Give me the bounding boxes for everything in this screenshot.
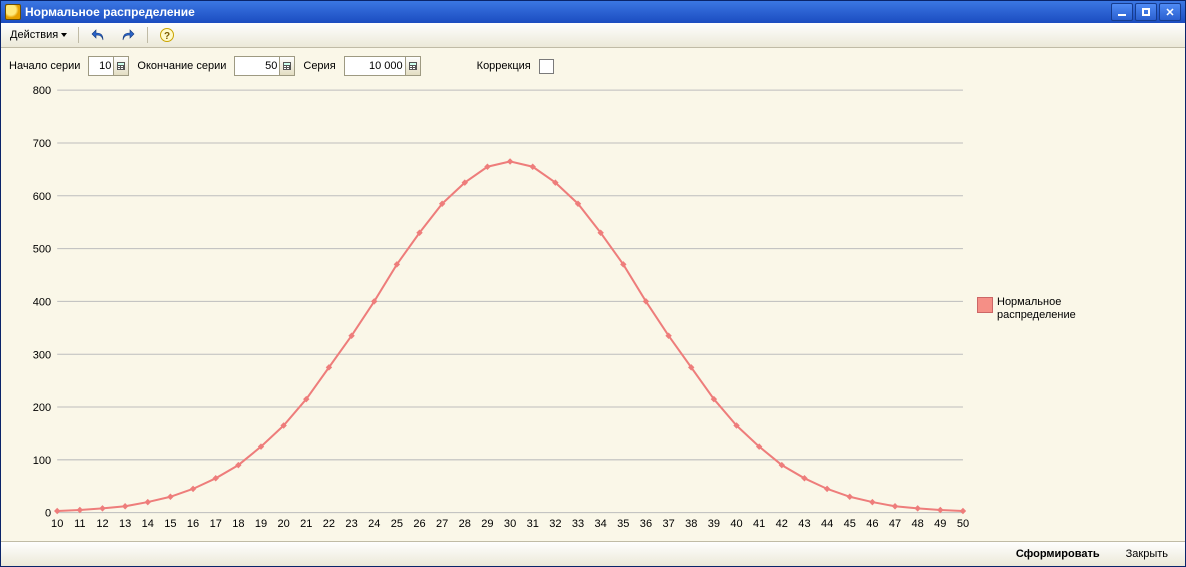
series-stepper[interactable] — [405, 57, 420, 75]
titlebar: Нормальное распределение ✕ — [1, 1, 1185, 23]
svg-text:39: 39 — [708, 518, 720, 530]
bottom-bar: Сформировать Закрыть — [1, 541, 1185, 566]
svg-text:42: 42 — [776, 518, 788, 530]
window-controls: ✕ — [1111, 3, 1181, 21]
series-label: Серия — [303, 60, 335, 72]
app-icon — [5, 4, 21, 20]
svg-text:11: 11 — [74, 518, 85, 530]
generate-button[interactable]: Сформировать — [1007, 545, 1109, 563]
legend-series-label: Нормальноераспределение — [997, 296, 1076, 322]
redo-icon — [120, 27, 136, 43]
toolbar-separator — [78, 27, 79, 43]
calculator-icon — [116, 61, 126, 71]
end-label: Окончание серии — [137, 60, 226, 72]
svg-text:28: 28 — [459, 518, 471, 530]
end-stepper[interactable] — [279, 57, 294, 75]
maximize-icon — [1142, 8, 1150, 16]
svg-text:41: 41 — [753, 518, 765, 530]
minimize-icon — [1118, 14, 1126, 16]
chart-area: 0100200300400500600700800101112131415161… — [1, 80, 1185, 541]
actions-menu-label: Действия — [10, 29, 58, 41]
svg-text:400: 400 — [33, 296, 51, 308]
svg-text:25: 25 — [391, 518, 403, 530]
end-input[interactable] — [235, 58, 279, 74]
svg-text:800: 800 — [33, 85, 51, 97]
svg-text:34: 34 — [595, 518, 607, 530]
svg-text:20: 20 — [278, 518, 290, 530]
calculator-icon — [408, 61, 418, 71]
svg-text:500: 500 — [33, 244, 51, 256]
series-field — [344, 56, 421, 76]
svg-text:44: 44 — [821, 518, 833, 530]
svg-text:30: 30 — [504, 518, 516, 530]
correction-checkbox[interactable] — [539, 59, 554, 74]
series-input[interactable] — [345, 58, 405, 74]
svg-text:700: 700 — [33, 138, 51, 150]
chart-svg: 0100200300400500600700800101112131415161… — [9, 80, 973, 537]
close-button[interactable]: ✕ — [1159, 3, 1181, 21]
svg-text:40: 40 — [730, 518, 742, 530]
undo-button[interactable] — [85, 25, 111, 45]
svg-text:18: 18 — [232, 518, 244, 530]
end-field — [234, 56, 295, 76]
start-stepper[interactable] — [113, 57, 128, 75]
svg-text:31: 31 — [527, 518, 539, 530]
svg-text:19: 19 — [255, 518, 267, 530]
svg-text:22: 22 — [323, 518, 335, 530]
help-button[interactable]: ? — [154, 25, 180, 45]
svg-text:300: 300 — [33, 349, 51, 361]
legend-swatch — [977, 297, 993, 313]
svg-text:600: 600 — [33, 191, 51, 203]
maximize-button[interactable] — [1135, 3, 1157, 21]
svg-text:43: 43 — [798, 518, 810, 530]
redo-button[interactable] — [115, 25, 141, 45]
svg-text:24: 24 — [368, 518, 380, 530]
start-input[interactable] — [89, 58, 113, 74]
svg-text:32: 32 — [549, 518, 561, 530]
svg-text:16: 16 — [187, 518, 199, 530]
correction-label: Коррекция — [477, 60, 531, 72]
svg-text:27: 27 — [436, 518, 448, 530]
svg-text:200: 200 — [33, 402, 51, 414]
close-window-button[interactable]: Закрыть — [1117, 545, 1177, 563]
actions-menu-button[interactable]: Действия — [5, 25, 72, 45]
svg-text:100: 100 — [33, 455, 51, 467]
svg-text:37: 37 — [662, 518, 674, 530]
svg-text:47: 47 — [889, 518, 901, 530]
svg-text:33: 33 — [572, 518, 584, 530]
svg-text:48: 48 — [912, 518, 924, 530]
chart-plot: 0100200300400500600700800101112131415161… — [9, 80, 973, 537]
svg-text:29: 29 — [481, 518, 493, 530]
svg-text:49: 49 — [934, 518, 946, 530]
svg-text:23: 23 — [345, 518, 357, 530]
svg-text:?: ? — [164, 31, 170, 42]
app-window: Нормальное распределение ✕ Действия ? На… — [0, 0, 1186, 567]
toolbar-separator — [147, 27, 148, 43]
window-title: Нормальное распределение — [25, 5, 1111, 19]
svg-text:50: 50 — [957, 518, 969, 530]
svg-text:35: 35 — [617, 518, 629, 530]
parameters-panel: Начало серии Окончание серии Серия Корре… — [1, 48, 1185, 80]
legend: Нормальноераспределение — [973, 80, 1177, 537]
close-icon: ✕ — [1165, 6, 1174, 19]
minimize-button[interactable] — [1111, 3, 1133, 21]
svg-text:36: 36 — [640, 518, 652, 530]
calculator-icon — [282, 61, 292, 71]
svg-text:12: 12 — [96, 518, 108, 530]
svg-text:17: 17 — [210, 518, 222, 530]
svg-text:21: 21 — [300, 518, 312, 530]
svg-text:26: 26 — [413, 518, 425, 530]
svg-text:15: 15 — [164, 518, 176, 530]
svg-text:10: 10 — [51, 518, 63, 530]
svg-text:14: 14 — [142, 518, 154, 530]
help-icon: ? — [159, 27, 175, 43]
start-field — [88, 56, 129, 76]
svg-text:38: 38 — [685, 518, 697, 530]
toolbar: Действия ? — [1, 23, 1185, 48]
svg-text:13: 13 — [119, 518, 131, 530]
svg-text:46: 46 — [866, 518, 878, 530]
svg-text:45: 45 — [844, 518, 856, 530]
start-label: Начало серии — [9, 60, 80, 72]
undo-icon — [90, 27, 106, 43]
